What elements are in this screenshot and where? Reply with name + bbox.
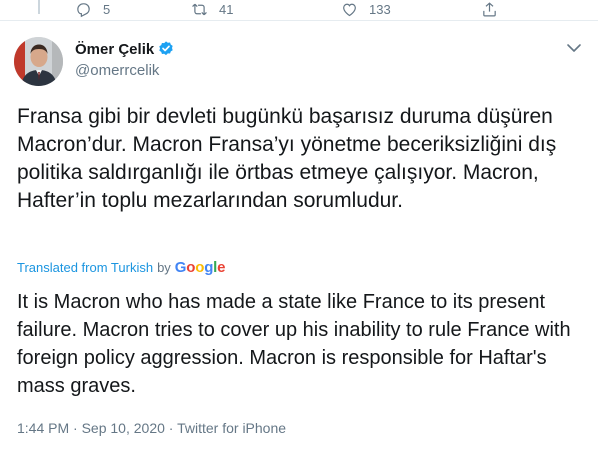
- heart-icon: [343, 3, 356, 16]
- name-row: Ömer Çelik: [75, 40, 175, 58]
- translated-from-link[interactable]: Translated from Turkish: [17, 260, 153, 275]
- tweet-text: Fransa gibi bir devleti bugünkü başarısı…: [17, 105, 557, 212]
- profile-photo-icon: [14, 37, 63, 86]
- like-count: 133: [369, 1, 391, 17]
- author-block[interactable]: Ömer Çelik @omerrcelik: [75, 40, 175, 79]
- chevron-down-icon[interactable]: [566, 42, 582, 54]
- verified-badge-icon: [159, 41, 173, 56]
- reply-count: 5: [103, 1, 111, 17]
- share-icon: [483, 1, 496, 16]
- thread-connector-line: [38, 0, 40, 14]
- tweet-date-link[interactable]: Sep 10, 2020: [82, 420, 165, 436]
- google-logo: Google: [174, 259, 226, 276]
- retweet-icon: [192, 3, 207, 15]
- tweet-time-link[interactable]: 1:44 PM: [17, 420, 69, 436]
- tweet-divider: [0, 20, 598, 21]
- reply-button[interactable]: 5: [75, 0, 110, 18]
- like-button[interactable]: 133: [341, 0, 391, 18]
- meta-separator: ·: [164, 420, 178, 436]
- reply-icon: [77, 2, 90, 17]
- tweet-detail-page: 5 41 133 Ömer Çelik @omerrcelik Fransa g…: [0, 0, 598, 452]
- retweet-count: 41: [219, 1, 234, 17]
- author-handle[interactable]: @omerrcelik: [75, 62, 175, 79]
- tweet-meta: 1:44 PM · Sep 10, 2020 · Twitter for iPh…: [17, 420, 286, 436]
- translated-by-label: by: [157, 260, 171, 275]
- meta-separator: ·: [69, 420, 82, 436]
- tweet-source-link[interactable]: Twitter for iPhone: [177, 420, 286, 436]
- share-button[interactable]: [481, 0, 498, 18]
- author-display-name[interactable]: Ömer Çelik: [75, 41, 154, 58]
- translated-tweet-text: It is Macron who has made a state like F…: [17, 291, 571, 397]
- previous-tweet-action-bar: 5 41 133: [75, 0, 595, 18]
- avatar[interactable]: [14, 37, 63, 86]
- retweet-button[interactable]: 41: [191, 0, 233, 18]
- translation-attribution: Translated from Turkish by Google: [17, 259, 226, 276]
